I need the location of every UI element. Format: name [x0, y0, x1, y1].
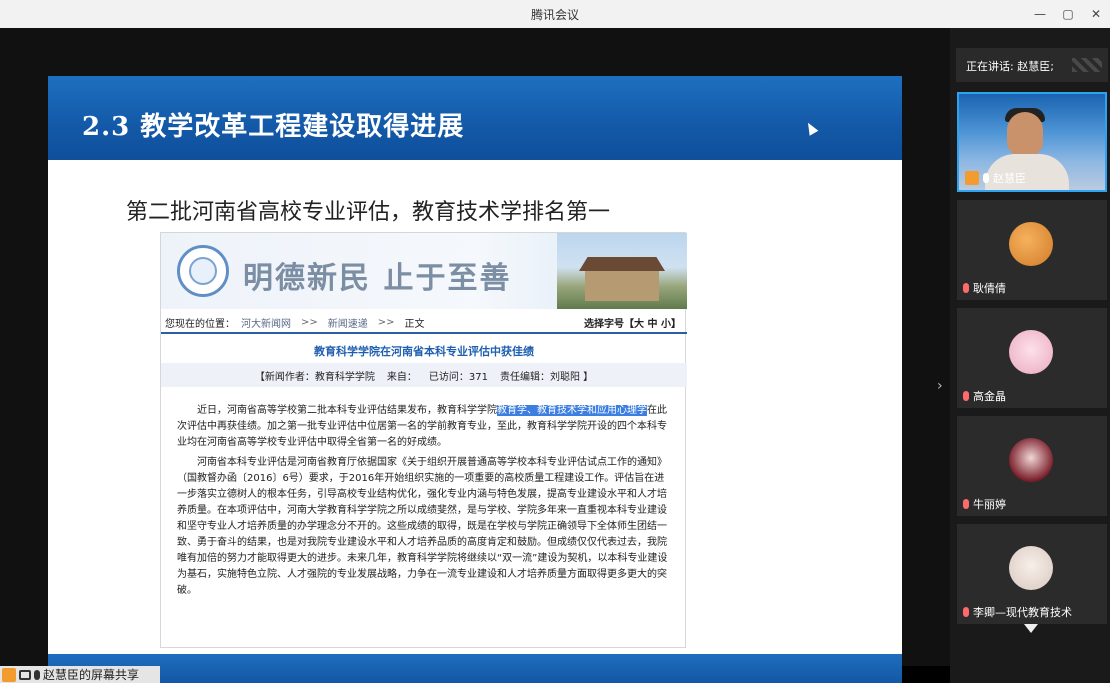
divider — [161, 332, 687, 334]
person-icon — [2, 667, 16, 682]
participant-tile[interactable]: 耿倩倩 — [957, 200, 1107, 300]
mic-muted-icon — [963, 607, 969, 617]
avatar — [1009, 222, 1053, 266]
mic-muted-icon — [963, 499, 969, 509]
slide-header: 2.3 教学改革工程建设取得进展 — [48, 76, 902, 160]
minimize-icon[interactable]: — — [1026, 0, 1054, 28]
website-motto: 明德新民 止于至善 — [243, 261, 512, 296]
participant-tile[interactable]: 高金晶 — [957, 308, 1107, 408]
presentation-slide: 2.3 教学改革工程建设取得进展 第二批河南省高校专业评估，教育技术学排名第一 … — [48, 76, 902, 683]
slide-footer: ⇦ 13 ▭ ⇨ — [48, 654, 902, 683]
breadcrumb-item: 河大新闻网 — [241, 318, 291, 330]
screen-share-icon — [19, 669, 31, 680]
screen-share-status: 赵慧臣的屏幕共享 — [0, 666, 160, 683]
article-paragraph: 近日，河南省高等学校第二批本科专业评估结果发布，教育科学学院教育学、教育技术学和… — [177, 405, 667, 448]
participant-tile[interactable]: 牛丽婷 — [957, 416, 1107, 516]
chevron-down-icon[interactable] — [1024, 624, 1038, 633]
website-screenshot: 明德新民 止于至善 您现在的位置： 河大新闻网 >> 新闻速递 >> 正文 选择… — [160, 232, 687, 648]
share-status-text: 赵慧臣的屏幕共享 — [43, 668, 140, 682]
breadcrumb-separator: >> — [301, 316, 318, 328]
breadcrumb-prefix: 您现在的位置： — [165, 318, 235, 330]
meta-source: 来自： — [386, 371, 417, 383]
breadcrumb-item: 正文 — [404, 318, 425, 330]
participant-label: 耿倩倩 — [963, 280, 1006, 296]
building-image — [557, 233, 687, 309]
avatar — [1009, 438, 1053, 482]
screen-share-area: 2.3 教学改革工程建设取得进展 第二批河南省高校专业评估，教育技术学排名第一 … — [0, 28, 950, 683]
meta-author: 【新闻作者：教育科学学院 — [254, 371, 375, 383]
meta-views: 已访问：371 — [428, 371, 488, 383]
participants-panel: 正在讲话: 赵慧臣; 赵慧臣 耿倩倩 高金晶 牛丽婷 李卿—现代教育技术 — [950, 28, 1110, 683]
host-badge-icon — [965, 171, 979, 185]
participant-tile[interactable]: 赵慧臣 — [957, 92, 1107, 192]
mouse-cursor-icon — [803, 120, 819, 136]
highlighted-text: 教育学、教育技术学和应用心理学 — [497, 405, 647, 416]
participant-label: 牛丽婷 — [963, 496, 1006, 512]
article-paragraph: 河南省本科专业评估是河南省教育厅依据国家《关于组织开展普通高等学校本科专业评估试… — [177, 457, 668, 596]
restore-icon[interactable]: ▢ — [1054, 0, 1082, 28]
avatar — [1009, 546, 1053, 590]
participant-label: 赵慧臣 — [965, 170, 1026, 186]
window-title: 腾讯会议 — [530, 7, 579, 22]
avatar — [1009, 330, 1053, 374]
article-meta: 【新闻作者：教育科学学院 来自： 已访问：371 责任编辑：刘聪阳 】 — [161, 363, 687, 387]
mic-icon — [983, 173, 989, 183]
meta-editor: 责任编辑：刘聪阳 】 — [499, 371, 594, 383]
mic-muted-icon — [963, 391, 969, 401]
participant-label: 高金晶 — [963, 388, 1006, 404]
article-body: 近日，河南省高等学校第二批本科专业评估结果发布，教育科学学院教育学、教育技术学和… — [177, 403, 673, 603]
window-controls: — ▢ ✕ — [1026, 0, 1110, 28]
speaking-indicator: 正在讲话: 赵慧臣; — [956, 48, 1108, 82]
website-breadcrumb: 您现在的位置： 河大新闻网 >> 新闻速递 >> 正文 选择字号【大 中 小】 — [161, 313, 687, 331]
chevron-right-icon[interactable]: › — [937, 378, 943, 394]
mic-icon — [34, 669, 40, 680]
breadcrumb-item: 新闻速递 — [327, 318, 368, 330]
website-banner: 明德新民 止于至善 — [161, 233, 687, 309]
slide-header-title: 2.3 教学改革工程建设取得进展 — [82, 112, 465, 142]
participant-label: 李卿—现代教育技术 — [963, 604, 1072, 620]
article-title: 教育科学学院在河南省本科专业评估中获佳绩 — [314, 345, 534, 358]
university-logo-icon — [177, 245, 229, 297]
window-titlebar: 腾讯会议 — ▢ ✕ — [0, 0, 1110, 28]
participant-tile[interactable]: 李卿—现代教育技术 — [957, 524, 1107, 624]
close-icon[interactable]: ✕ — [1082, 0, 1110, 28]
font-size-select: 选择字号【大 中 小】 — [584, 319, 681, 330]
breadcrumb-separator: >> — [377, 316, 395, 328]
mic-muted-icon — [963, 283, 969, 293]
slide-subtitle: 第二批河南省高校专业评估，教育技术学排名第一 — [126, 200, 611, 225]
